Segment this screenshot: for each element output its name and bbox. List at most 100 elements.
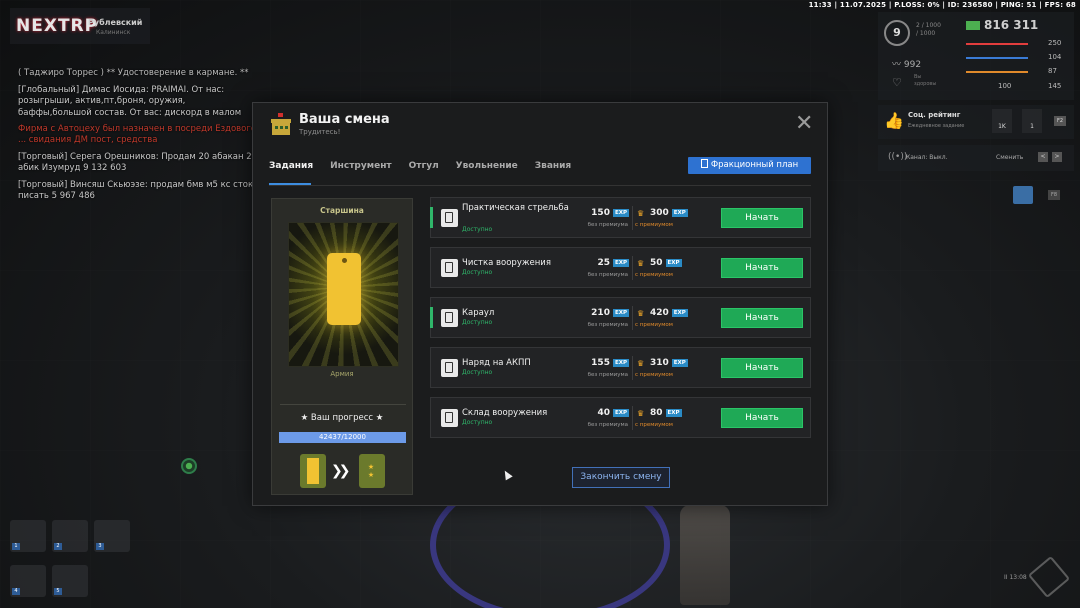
exp-tag: EXP	[671, 209, 688, 217]
tab-ranks[interactable]: Звания	[535, 161, 571, 179]
reward-box-1: 1K	[992, 109, 1012, 133]
task-row: Наряд на АКПП Доступно 155 EXP без премиу…	[430, 347, 811, 388]
modal-subtitle: Трудитесь!	[299, 128, 341, 136]
armor-value: 992	[903, 60, 922, 70]
task-name: Наряд на АКПП	[462, 358, 531, 368]
channel-prev-key[interactable]: <	[1038, 152, 1048, 162]
exp-premium-value: 80	[650, 408, 663, 418]
exp-line-2: / 1000	[916, 30, 936, 37]
hunger-bar	[966, 71, 1028, 73]
next-rank-arrows-icon: ❯❯	[331, 463, 351, 479]
armor-display: 〰 992	[892, 57, 921, 70]
exp-value: 210	[591, 308, 610, 318]
heart-icon: ♡	[892, 76, 902, 89]
no-premium-label: без премиума	[587, 372, 628, 378]
inventory-slot[interactable]: 5	[52, 565, 88, 597]
chat-message: [Торговый] Серега Орешников: Продам 20 а…	[18, 151, 257, 174]
task-exp: 25 EXP	[581, 258, 629, 268]
exp-value: 25	[597, 258, 610, 268]
social-rating-panel[interactable]: 👍 Соц. рейтинг Ежедневное задание 1K 1 F…	[878, 105, 1074, 139]
task-status: Доступно	[462, 269, 493, 276]
calculator-icon[interactable]	[1013, 186, 1033, 204]
no-premium-label: без премиума	[587, 222, 628, 228]
slot-number: 4	[12, 588, 20, 595]
progress-label: ★ Ваш прогресс ★	[300, 413, 384, 423]
start-task-button[interactable]: Начать	[721, 308, 803, 328]
exp-tag: EXP	[665, 259, 682, 267]
task-exp-premium: 300 EXP	[650, 208, 688, 218]
chat-message: [Глобальный] Димас Йосида: PRAIMAI. От н…	[18, 84, 242, 118]
health-label-2: здоровы	[914, 81, 937, 87]
health-label-1: Вы	[914, 74, 922, 80]
money-display: 816 311	[966, 18, 1038, 32]
premium-label: с премиумом	[635, 222, 673, 228]
exp-tag: EXP	[671, 359, 688, 367]
next-rank-icon: ★ ★	[359, 454, 385, 488]
hunger-value: 87	[1048, 67, 1057, 75]
shoulder-strap-icon	[327, 253, 361, 325]
shift-modal: Ваша смена Трудитесь! ✕ Задания Инструме…	[252, 102, 828, 506]
exp-tag: EXP	[612, 359, 629, 367]
task-row: Караул Доступно 210 EXP без премиума ♛ 42…	[430, 297, 811, 338]
crown-icon: ♛	[637, 409, 645, 418]
hud-panel: 9 2 / 1000 / 1000 816 311 〰 992 ♡ Вы здо…	[878, 12, 1074, 100]
start-task-button[interactable]: Начать	[721, 408, 803, 428]
target-icon	[441, 209, 458, 227]
modal-title: Ваша смена	[299, 112, 390, 127]
rank-card: Старшина Армия ★ Ваш прогресс ★ 42437/12…	[271, 198, 413, 495]
barracks-icon	[269, 113, 293, 137]
close-icon[interactable]: ✕	[795, 113, 813, 135]
channel-next-key[interactable]: >	[1052, 152, 1062, 162]
exp-value: 40	[597, 408, 610, 418]
rank-title: Старшина	[320, 206, 364, 215]
exp-counter: 2 / 1000 / 1000	[916, 22, 941, 38]
background-character	[680, 505, 730, 605]
tab-leave[interactable]: Отгул	[409, 161, 439, 179]
exp-premium-value: 420	[650, 308, 669, 318]
chat-log: ( Таджиро Торрес ) ** Удостоверение в ка…	[18, 68, 258, 208]
crown-icon: ♛	[637, 259, 645, 268]
social-rating-title: Соц. рейтинг	[908, 111, 961, 119]
task-name: Чистка вооружения	[462, 258, 551, 268]
inventory-slot[interactable]: 4	[10, 565, 46, 597]
premium-label: с премиумом	[635, 322, 673, 328]
channel-change-label: Сменить	[996, 154, 1024, 161]
task-status: Доступно	[462, 226, 493, 233]
inventory-slot[interactable]: 2	[52, 520, 88, 552]
tab-dismissal[interactable]: Увольнение	[456, 161, 518, 179]
tab-tools[interactable]: Инструмент	[330, 161, 392, 179]
faction-plan-button[interactable]: Фракционный план	[688, 157, 811, 174]
wrench-icon	[441, 409, 458, 427]
slot-number: 3	[96, 543, 104, 550]
task-row: Практическая стрельба Доступно 150 EXP бе…	[430, 197, 811, 238]
no-premium-label: без премиума	[587, 322, 628, 328]
no-premium-label: без премиума	[587, 272, 628, 278]
crown-icon: ♛	[637, 209, 645, 218]
current-rank-icon	[300, 454, 326, 488]
tab-tasks[interactable]: Задания	[269, 161, 313, 179]
map-marker-icon	[181, 458, 197, 474]
start-task-button[interactable]: Начать	[721, 358, 803, 378]
cleaning-icon	[441, 259, 458, 277]
game-clock: II 13:08	[1004, 574, 1027, 581]
tabs-divider	[269, 185, 811, 186]
shield-value: 145	[1048, 82, 1062, 90]
task-status: Доступно	[462, 369, 493, 376]
finish-shift-button[interactable]: Закончить смену	[572, 467, 670, 488]
exp-value: 150	[591, 208, 610, 218]
slot-number: 1	[12, 543, 20, 550]
task-exp-premium: 310 EXP	[650, 358, 688, 368]
inventory-slot[interactable]: 3	[94, 520, 130, 552]
cash-icon	[966, 21, 980, 30]
slot-number: 2	[54, 543, 62, 550]
inventory-slot[interactable]: 1	[10, 520, 46, 552]
task-exp: 150 EXP	[581, 208, 629, 218]
exp-tag: EXP	[612, 259, 629, 267]
radio-channel-panel[interactable]: ((•)) Канал: Выкл. Сменить < >	[878, 145, 1074, 171]
start-task-button[interactable]: Начать	[721, 258, 803, 278]
progress-text: 42437/12000	[319, 433, 366, 441]
start-task-button[interactable]: Начать	[721, 208, 803, 228]
document-icon	[700, 159, 708, 168]
exp-premium-value: 300	[650, 208, 669, 218]
task-row: Склад вооружения Доступно 40 EXP без прем…	[430, 397, 811, 438]
